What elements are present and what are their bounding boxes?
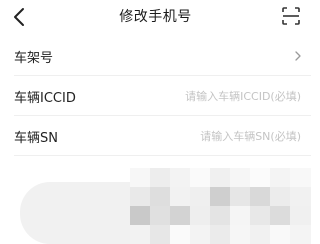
pixelated-region (130, 168, 311, 244)
sn-row: 车辆SN (14, 116, 311, 156)
obscured-content (0, 168, 311, 244)
iccid-label: 车辆ICCID (14, 91, 76, 106)
navbar: 修改手机号 (0, 0, 311, 36)
mosaic-tile (150, 225, 171, 244)
mosaic-tile (270, 225, 291, 244)
mosaic-tile (130, 225, 151, 244)
mosaic-tile (210, 168, 231, 189)
page-title: 修改手机号 (119, 9, 192, 25)
sn-input[interactable] (141, 124, 301, 148)
mosaic-tile (130, 206, 151, 227)
back-button[interactable] (6, 4, 32, 30)
mosaic-tile (250, 168, 271, 189)
mosaic-tile (270, 206, 291, 227)
mosaic-tile (250, 225, 271, 244)
mosaic-tile (130, 168, 151, 189)
vin-label: 车架号 (14, 51, 54, 66)
mosaic-tile (130, 187, 151, 208)
mosaic-tile (250, 187, 271, 208)
mosaic-tile (190, 225, 211, 244)
mosaic-tile (290, 168, 311, 189)
back-chevron-icon (14, 8, 24, 26)
vehicle-form: 车架号 车辆ICCID 车辆SN (0, 36, 311, 156)
mosaic-tile (230, 225, 251, 244)
mosaic-tile (170, 206, 191, 227)
mosaic-tile (210, 187, 231, 208)
mosaic-tile (290, 187, 311, 208)
mosaic-tile (290, 225, 311, 244)
mosaic-tile (170, 168, 191, 189)
mosaic-tile (230, 206, 251, 227)
mosaic-tile (150, 168, 171, 189)
mosaic-tile (170, 187, 191, 208)
iccid-row: 车辆ICCID (14, 76, 311, 116)
mosaic-tile (210, 225, 231, 244)
mosaic-tile (150, 187, 171, 208)
mosaic-tile (250, 206, 271, 227)
mosaic-tile (290, 206, 311, 227)
mosaic-tile (170, 225, 191, 244)
mosaic-tile (210, 206, 231, 227)
mosaic-tile (270, 187, 291, 208)
vin-row[interactable]: 车架号 (14, 36, 311, 76)
mosaic-tile (270, 168, 291, 189)
blurred-region (20, 182, 132, 244)
mosaic-tile (190, 187, 211, 208)
mosaic-tile (190, 206, 211, 227)
scan-button[interactable] (281, 6, 301, 26)
chevron-right-icon (295, 51, 301, 61)
mosaic-tile (150, 206, 171, 227)
sn-label: 车辆SN (14, 131, 58, 146)
page: 修改手机号 车架号 车辆ICCID 车辆SN (0, 0, 311, 244)
mosaic-tile (190, 168, 211, 189)
mosaic-tile (230, 187, 251, 208)
iccid-input[interactable] (141, 84, 301, 108)
scan-icon (282, 7, 300, 25)
mosaic-tile (230, 168, 251, 189)
